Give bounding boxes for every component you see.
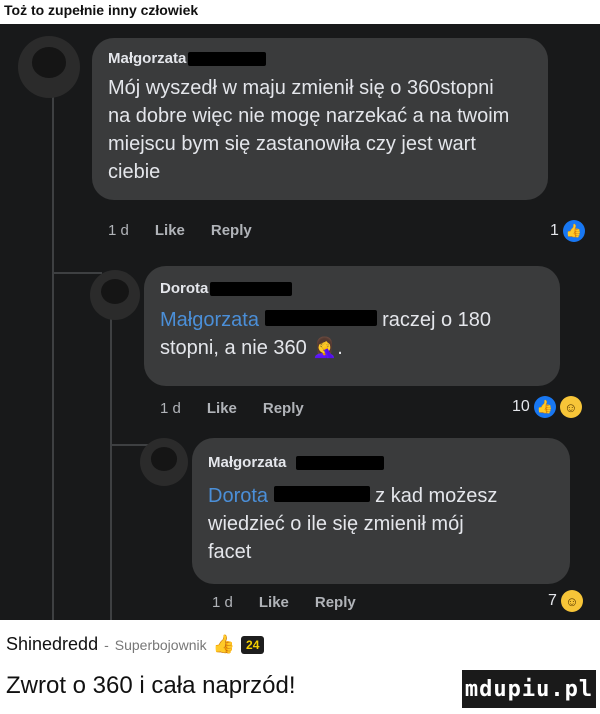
comment-bubble: Małgorzata Dorota z kad możesz wiedzieć … — [192, 438, 570, 584]
comment-time: 1 d — [160, 400, 181, 417]
comment-text: Mój wyszedł w maju zmienił się o 360stop… — [108, 77, 510, 183]
redaction-bar — [188, 51, 267, 66]
reaction-number: 10 — [512, 398, 530, 415]
redaction-bar — [264, 310, 377, 326]
avatar[interactable] — [90, 270, 140, 320]
thread-line — [52, 90, 54, 620]
footer-separator: - — [104, 636, 109, 653]
comment-author[interactable]: Małgorzata — [208, 454, 286, 471]
comment-actions: 1 d Like Reply — [212, 594, 356, 611]
site-watermark: mdupiu.pl — [462, 670, 596, 708]
author-footer: Shinedredd - Superbojownik 👍 24 — [6, 634, 265, 655]
reply-button[interactable]: Reply — [315, 594, 356, 611]
comment-time: 1 d — [212, 594, 233, 611]
haha-icon: ☺ — [559, 396, 582, 418]
like-button[interactable]: Like — [207, 400, 237, 417]
comment-bubble: Małgorzata Mój wyszedł w maju zmienił si… — [92, 38, 548, 200]
like-icon: 👍 — [562, 220, 585, 242]
comment-author[interactable]: Małgorzata — [108, 50, 186, 67]
avatar[interactable] — [140, 438, 188, 486]
facepalm-emoji: 🤦‍♀️ — [312, 337, 338, 359]
comment-text-trail: . — [337, 337, 343, 359]
reply-button[interactable]: Reply — [263, 400, 304, 417]
comment-text: stopni, a nie 360 — [160, 337, 307, 359]
thread-connector — [52, 272, 102, 274]
reaction-count[interactable]: 10 👍 ☺ — [512, 396, 582, 418]
reaction-number: 1 — [550, 222, 559, 239]
comment-text: raczej o 180 — [382, 309, 492, 331]
comment-text: facet — [208, 541, 252, 563]
top-caption: Toż to zupełnie inny człowiek — [4, 2, 199, 18]
like-icon: 👍 — [533, 396, 556, 418]
redaction-bar — [210, 281, 293, 296]
footer-username[interactable]: Shinedredd — [6, 634, 98, 655]
footer-role: Superbojownik — [114, 636, 207, 653]
like-button[interactable]: Like — [155, 222, 185, 239]
reply-button[interactable]: Reply — [211, 222, 252, 239]
comment-actions: 1 d Like Reply — [160, 400, 304, 417]
bottom-caption: Zwrot o 360 i cała naprzód! — [6, 672, 296, 699]
mention-link[interactable]: Dorota — [208, 485, 268, 507]
mention-link[interactable]: Małgorzata — [160, 309, 259, 331]
comment-author[interactable]: Dorota — [160, 280, 208, 297]
redaction-bar — [273, 486, 370, 502]
avatar[interactable] — [18, 36, 80, 98]
comment-thread-screenshot: Małgorzata Mój wyszedł w maju zmienił si… — [0, 24, 600, 620]
comment-text: z kad możesz — [375, 485, 498, 507]
reaction-number: 7 — [548, 592, 557, 609]
comment-bubble: Dorota Małgorzata raczej o 180 stopni, a… — [144, 266, 560, 386]
reaction-count[interactable]: 7 ☺ — [548, 590, 583, 612]
comment-time: 1 d — [108, 222, 129, 239]
like-button[interactable]: Like — [259, 594, 289, 611]
thread-line — [110, 298, 112, 620]
reaction-count[interactable]: 1 👍 — [550, 220, 585, 242]
comment-text: wiedzieć o ile się zmienił mój — [208, 513, 464, 535]
redaction-bar — [296, 455, 385, 470]
comment-actions: 1 d Like Reply — [108, 222, 252, 239]
haha-icon: ☺ — [560, 590, 583, 612]
score-badge: 24 — [241, 635, 265, 654]
thumbs-up-icon[interactable]: 👍 — [213, 634, 235, 655]
